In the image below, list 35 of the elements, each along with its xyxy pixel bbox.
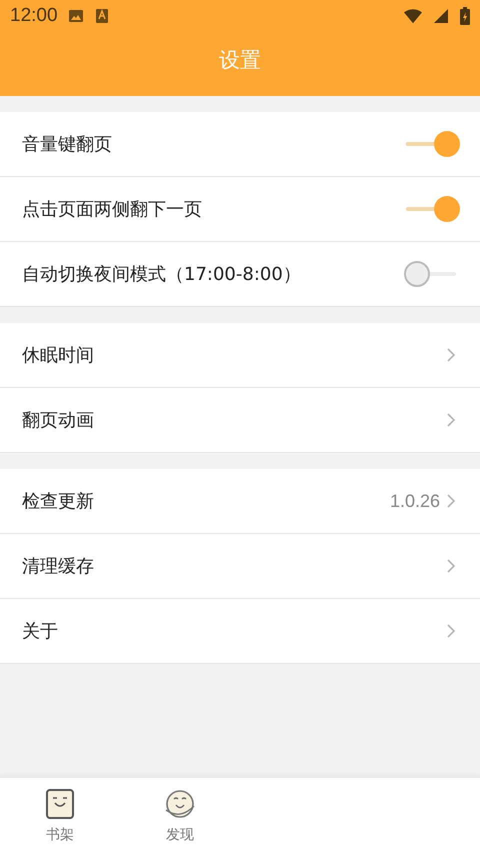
chevron-right-icon bbox=[446, 493, 456, 509]
row-label: 自动切换夜间模式（17:00-8:00） bbox=[22, 263, 302, 286]
toggle-switch[interactable] bbox=[404, 130, 460, 158]
version-text: 1.0.26 bbox=[390, 490, 440, 512]
chevron-right-icon bbox=[446, 623, 456, 639]
toggle-switch[interactable] bbox=[404, 195, 460, 223]
signal-icon bbox=[432, 8, 450, 24]
wifi-icon bbox=[404, 8, 422, 24]
planet-face-icon[interactable] bbox=[164, 788, 196, 820]
settings-row[interactable]: 休眠时间 bbox=[0, 323, 480, 388]
chevron-right-icon bbox=[446, 558, 456, 574]
row-label: 点击页面两侧翻下一页 bbox=[22, 198, 203, 221]
settings-row[interactable]: 音量键翻页 bbox=[0, 112, 480, 177]
keyboard-icon bbox=[94, 8, 110, 24]
chevron-right-icon bbox=[446, 412, 456, 428]
row-label: 关于 bbox=[22, 620, 59, 643]
page-title: 设置 bbox=[219, 47, 261, 74]
row-label: 清理缓存 bbox=[22, 555, 95, 578]
row-label: 翻页动画 bbox=[22, 409, 95, 432]
row-label: 检查更新 bbox=[22, 490, 95, 513]
settings-row[interactable]: 点击页面两侧翻下一页 bbox=[0, 177, 480, 242]
settings-row[interactable]: 清理缓存 bbox=[0, 534, 480, 599]
settings-row[interactable]: 翻页动画 bbox=[0, 388, 480, 453]
tab-label[interactable]: 发现 bbox=[166, 826, 194, 844]
chevron-right-icon bbox=[446, 347, 456, 363]
settings-row[interactable]: 自动切换夜间模式（17:00-8:00） bbox=[0, 242, 480, 307]
tab-label[interactable]: 书架 bbox=[46, 826, 74, 844]
row-label: 音量键翻页 bbox=[22, 133, 113, 156]
row-label: 休眠时间 bbox=[22, 344, 95, 367]
settings-row[interactable]: 检查更新 1.0.26 bbox=[0, 469, 480, 534]
settings-row[interactable]: 关于 bbox=[0, 599, 480, 664]
book-face-icon[interactable] bbox=[44, 788, 76, 820]
image-icon bbox=[68, 8, 84, 24]
battery-icon bbox=[460, 7, 470, 25]
status-time: 12:00 bbox=[10, 5, 58, 27]
